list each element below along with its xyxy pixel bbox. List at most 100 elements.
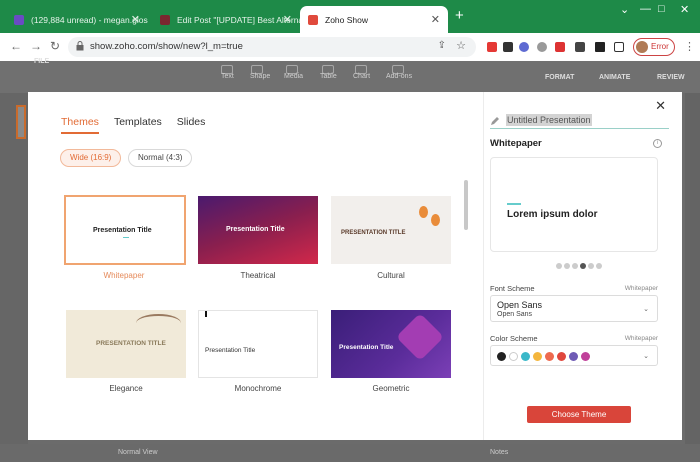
reload-icon[interactable]: ↻ [50,39,60,53]
tab-templates[interactable]: Templates [114,116,162,134]
pagination-dot[interactable] [596,263,602,269]
back-icon[interactable]: ← [10,39,22,53]
presentation-name-field[interactable]: Untitled Presentation [490,114,669,129]
new-tab-button[interactable]: + [455,7,464,24]
extension-icon[interactable] [519,42,529,52]
color-swatch [581,352,590,361]
color-swatch [557,352,566,361]
color-swatch [509,352,518,361]
browser-tab-zoho-show[interactable]: Zoho Show ✕ [300,6,448,33]
info-icon[interactable]: i [653,139,662,148]
profile-button[interactable]: Error [633,38,675,56]
accent-bar [205,311,207,317]
slide-panel [0,93,28,462]
theme-thumb-theatrical[interactable]: Presentation Title [198,196,318,264]
theme-thumb-monochrome[interactable]: Presentation Title [198,310,318,378]
color-swatch [521,352,530,361]
close-window-button[interactable]: ✕ [680,3,689,16]
browser-tab-bar: (129,884 unread) - megan.glosso... ✕ Edi… [0,0,700,33]
pagination-dot[interactable] [556,263,562,269]
slide-title: Presentation Title [339,344,394,351]
font-scheme-select[interactable]: Open Sans Open Sans ⌄ [490,295,658,322]
media-tool-label[interactable]: Media [284,73,303,80]
text-tool-label[interactable]: Text [221,73,234,80]
color-scheme-select[interactable]: ⌄ [490,345,658,366]
close-icon[interactable]: ✕ [131,13,140,26]
preview-pagination [556,263,602,269]
pagination-dot-active[interactable] [580,263,586,269]
browser-tab-gmail[interactable]: (129,884 unread) - megan.glosso... ✕ [6,6,148,33]
share-icon[interactable]: ⇪ [438,40,446,51]
close-icon[interactable]: ✕ [431,13,440,26]
color-swatch [497,352,506,361]
theme-name: Geometric [372,384,410,393]
app-toolbar: FILE Text Shape Media Table Chart Add-on… [0,58,700,93]
animate-tab[interactable]: ANIMATE [599,74,630,81]
theme-thumb-cultural[interactable]: PRESENTATION TITLE [331,196,451,264]
ratio-wide-button[interactable]: Wide (16:9) [60,149,122,167]
status-bar: Normal View Notes [0,444,700,462]
puzzle-icon[interactable] [595,42,605,52]
app-scrollbar[interactable] [685,93,700,444]
close-icon[interactable]: ✕ [283,13,292,26]
tab-themes[interactable]: Themes [61,116,99,134]
slide-thumbnail[interactable] [16,105,26,139]
add-ons-label[interactable]: Add-ons [386,73,412,80]
forward-icon[interactable]: → [30,39,42,53]
extension-icon[interactable] [575,42,585,52]
mail-icon [14,14,24,25]
selected-theme-title: Whitepaper [490,138,542,149]
notes-label[interactable]: Notes [490,449,508,456]
omnibox[interactable]: show.zoho.com/show/new?l_m=true ⇪ ☆ [68,37,476,57]
color-swatch [569,352,578,361]
extension-icon[interactable] [487,42,497,52]
tab-slides[interactable]: Slides [177,116,206,134]
zoho-show-icon [308,14,318,25]
lock-icon [76,41,84,51]
color-swatch [545,352,554,361]
theme-thumb-geometric[interactable]: Presentation Title [331,310,451,378]
pagination-dot[interactable] [564,263,570,269]
slide-title: Presentation Title [93,227,152,234]
font-primary: Open Sans [497,300,543,310]
minimize-button[interactable]: — [640,3,651,15]
normal-view-label[interactable]: Normal View [118,449,158,456]
review-tab[interactable]: REVIEW [657,74,685,81]
url-text: show.zoho.com/show/new?l_m=true [90,41,243,52]
browser-tab-edit-post[interactable]: Edit Post "[UPDATE] Best Alternati... ✕ [152,6,300,33]
pagination-dot[interactable] [588,263,594,269]
file-menu[interactable]: FILE [34,58,49,65]
pagination-dot[interactable] [572,263,578,269]
choose-theme-button[interactable]: Choose Theme [527,406,631,423]
diamond-shape [395,312,445,362]
font-secondary: Open Sans [497,311,533,318]
browser-menu-icon[interactable]: ⋮ [684,40,695,53]
theme-name: Elegance [109,384,143,393]
accent-line [507,203,521,205]
sidebar-icon[interactable] [614,42,624,52]
extension-icon[interactable] [555,42,565,52]
theme-thumb-whitepaper[interactable]: Presentation Title [64,195,186,265]
profile-status: Error [651,42,669,51]
shape-tool-label[interactable]: Shape [250,73,270,80]
theme-thumb-elegance[interactable]: PRESENTATION TITLE [66,310,186,378]
slide-title: PRESENTATION TITLE [96,340,166,347]
maximize-button[interactable]: □ [658,3,665,15]
tab-search-icon[interactable]: ⌄ [620,3,629,16]
ratio-normal-button[interactable]: Normal (4:3) [128,149,193,167]
theme-preview: Lorem ipsum dolor [490,157,658,252]
color-scheme-hint: Whitepaper [624,335,658,342]
gallery-scrollbar[interactable] [464,180,468,230]
format-tab[interactable]: FORMAT [545,74,574,81]
theme-name: Cultural [377,271,405,280]
theme-dialog: Themes Templates Slides Wide (16:9) Norm… [28,92,682,440]
extension-icon[interactable] [537,42,547,52]
extension-icon[interactable] [503,42,513,52]
table-tool-label[interactable]: Table [320,73,337,80]
tab-title: Zoho Show [325,14,368,25]
bookmark-star-icon[interactable]: ☆ [456,39,466,52]
close-dialog-icon[interactable]: ✕ [655,98,666,114]
theme-settings-panel: ✕ Untitled Presentation Whitepaper i Lor… [483,92,682,440]
lantern-icon [431,214,440,226]
chart-tool-label[interactable]: Chart [353,73,370,80]
